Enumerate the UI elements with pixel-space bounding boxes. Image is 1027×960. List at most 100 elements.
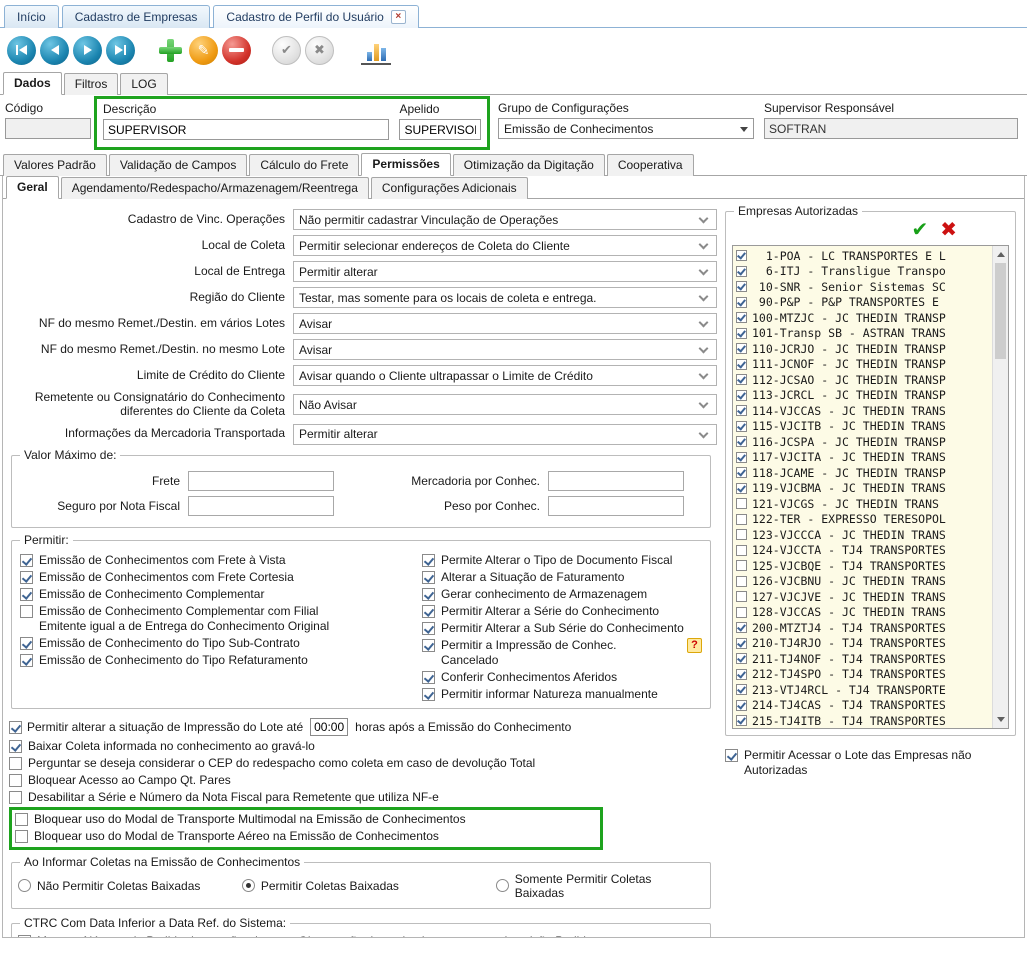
last-record-button[interactable] <box>106 36 135 65</box>
select-all-companies-button[interactable]: ✔ <box>911 220 928 240</box>
permission-checkbox[interactable]: Alterar a Situação de Faturamento ? <box>422 570 702 585</box>
apelido-input[interactable] <box>399 119 481 140</box>
setting-combobox[interactable]: Não permitir cadastrar Vinculação de Ope… <box>293 209 717 230</box>
company-row[interactable]: 10-SNR - Senior Sistemas SC <box>736 279 992 295</box>
coletas-radio-option[interactable]: Somente Permitir Coletas Baixadas <box>496 872 704 900</box>
sub-tab[interactable]: Agendamento/Redespacho/Armazenagem/Reent… <box>61 177 369 199</box>
company-row[interactable]: 210-TJ4RJO - TJ4 TRANSPORTES <box>736 636 992 652</box>
company-row[interactable]: 124-VJCCTA - TJ4 TRANSPORTES <box>736 543 992 559</box>
setting-combobox[interactable]: Avisar <box>293 339 717 360</box>
close-tab-icon[interactable]: × <box>391 10 406 24</box>
edit-record-button[interactable]: ✎ <box>189 36 218 65</box>
vertical-scrollbar[interactable] <box>992 246 1008 728</box>
company-row[interactable]: 212-TJ4SPO - TJ4 TRANSPORTES <box>736 667 992 683</box>
permission-checkbox[interactable]: Emissão de Conhecimentos com Frete à Vis… <box>20 553 422 568</box>
company-row[interactable]: 211-TJ4NOF - TJ4 TRANSPORTES <box>736 651 992 667</box>
config-tab[interactable]: Cálculo do Frete <box>249 154 359 176</box>
company-row[interactable]: 112-JCSAO - JC THEDIN TRANSP <box>736 372 992 388</box>
coletas-radio-option[interactable]: Permitir Coletas Baixadas <box>242 879 496 893</box>
coletas-radio-option[interactable]: Não Permitir Coletas Baixadas <box>18 879 242 893</box>
company-row[interactable]: 101-Transp SB - ASTRAN TRANS <box>736 326 992 342</box>
company-row[interactable]: 115-VJCITB - JC THEDIN TRANS <box>736 419 992 435</box>
permission-checkbox[interactable]: Gerar conhecimento de Armazenagem ? <box>422 587 702 602</box>
setting-combobox[interactable]: Permitir alterar <box>293 424 717 445</box>
company-row[interactable]: 117-VJCITA - JC THEDIN TRANS <box>736 450 992 466</box>
delete-record-button[interactable] <box>222 36 251 65</box>
main-tab[interactable]: LOG <box>120 73 167 95</box>
grupo-configuracoes-combobox[interactable]: Emissão de Conhecimentos <box>498 118 754 139</box>
next-record-button[interactable] <box>73 36 102 65</box>
option-checkbox[interactable]: Perguntar se deseja considerar o CEP do … <box>9 756 717 771</box>
company-row[interactable]: 100-MTZJC - JC THEDIN TRANSP <box>736 310 992 326</box>
mercadoria-input[interactable] <box>548 471 684 491</box>
company-row[interactable]: 110-JCRJO - JC THEDIN TRANSP <box>736 341 992 357</box>
company-row[interactable]: 90-P&P - P&P TRANSPORTES E <box>736 295 992 311</box>
supervisor-input[interactable] <box>764 118 1018 139</box>
ctrc-checkbox[interactable]: Mover o Número do Pedido da nota fiscal … <box>18 934 704 937</box>
company-row[interactable]: 116-JCSPA - JC THEDIN TRANSP <box>736 434 992 450</box>
company-row[interactable]: 114-VJCCAS - JC THEDIN TRANS <box>736 403 992 419</box>
permission-checkbox[interactable]: Emissão de Conhecimento Complementar com… <box>20 604 422 634</box>
permission-checkbox[interactable]: Conferir Conhecimentos Aferidos ? <box>422 670 702 685</box>
descricao-input[interactable] <box>103 119 389 140</box>
previous-record-button[interactable] <box>40 36 69 65</box>
window-tab[interactable]: Início × <box>4 5 59 28</box>
permission-checkbox[interactable]: Emissão de Conhecimento Complementar ? <box>20 587 422 602</box>
setting-combobox[interactable]: Não Avisar <box>293 394 717 415</box>
window-tab[interactable]: Cadastro de Perfil do Usuário × <box>213 5 418 28</box>
company-row[interactable]: 213-VTJ4RCL - TJ4 TRANSPORTE <box>736 682 992 698</box>
company-row[interactable]: 128-VJCCAS - JC THEDIN TRANS <box>736 605 992 621</box>
setting-combobox[interactable]: Permitir alterar <box>293 261 717 282</box>
peso-input[interactable] <box>548 496 684 516</box>
cancel-button[interactable]: ✖ <box>305 36 334 65</box>
company-row[interactable]: 214-TJ4CAS - TJ4 TRANSPORTES <box>736 698 992 714</box>
frete-input[interactable] <box>188 471 334 491</box>
company-row[interactable]: 118-JCAME - JC THEDIN TRANSP <box>736 465 992 481</box>
company-row[interactable]: 123-VJCCCA - JC THEDIN TRANS <box>736 527 992 543</box>
permission-checkbox[interactable]: Emissão de Conhecimento do Tipo Refatura… <box>20 653 422 668</box>
setting-combobox[interactable]: Testar, mas somente para os locais de co… <box>293 287 717 308</box>
main-tab[interactable]: Dados <box>3 72 62 95</box>
sub-tab[interactable]: Configurações Adicionais <box>371 177 528 199</box>
seguro-input[interactable] <box>188 496 334 516</box>
permission-checkbox[interactable]: Permite Alterar o Tipo de Documento Fisc… <box>422 553 702 568</box>
option-checkbox[interactable]: Desabilitar a Série e Número da Nota Fis… <box>9 790 717 805</box>
setting-combobox[interactable]: Permitir selecionar endereços de Coleta … <box>293 235 717 256</box>
company-row[interactable]: 215-TJ4ITB - TJ4 TRANSPORTES <box>736 713 992 728</box>
sub-tab[interactable]: Geral <box>6 176 59 199</box>
config-tab[interactable]: Permissões <box>361 153 450 176</box>
permission-checkbox[interactable]: Permitir a Impressão de Conhec. Cancelad… <box>422 638 702 668</box>
permission-checkbox[interactable]: Emissão de Conhecimento do Tipo Sub-Cont… <box>20 636 422 651</box>
company-row[interactable]: 6-ITJ - Transligue Transpo <box>736 264 992 280</box>
company-row[interactable]: 122-TER - EXPRESSO TERESOPOL <box>736 512 992 528</box>
permission-checkbox[interactable]: Permitir Alterar a Sub Série do Conhecim… <box>422 621 702 636</box>
company-row[interactable]: 127-VJCJVE - JC THEDIN TRANS <box>736 589 992 605</box>
confirm-button[interactable]: ✔ <box>272 36 301 65</box>
company-row[interactable]: 125-VJCBQE - TJ4 TRANSPORTES <box>736 558 992 574</box>
help-icon[interactable]: ? <box>687 638 702 653</box>
option-checkbox[interactable]: Baixar Coleta informada no conhecimento … <box>9 739 717 754</box>
permission-checkbox[interactable]: Permitir Alterar a Série do Conhecimento… <box>422 604 702 619</box>
config-tab[interactable]: Cooperativa <box>607 154 694 176</box>
report-chart-button[interactable] <box>361 35 391 65</box>
scroll-down-button[interactable] <box>993 712 1008 727</box>
setting-combobox[interactable]: Avisar quando o Cliente ultrapassar o Li… <box>293 365 717 386</box>
setting-combobox[interactable]: Avisar <box>293 313 717 334</box>
company-row[interactable]: 111-JCNOF - JC THEDIN TRANSP <box>736 357 992 373</box>
company-row[interactable]: 121-VJCGS - JC THEDIN TRANS <box>736 496 992 512</box>
window-tab[interactable]: Cadastro de Empresas × <box>62 5 211 28</box>
main-tab[interactable]: Filtros <box>64 73 119 95</box>
codigo-input[interactable] <box>5 118 91 139</box>
company-row[interactable]: 119-VJCBMA - JC THEDIN TRANS <box>736 481 992 497</box>
config-tab[interactable]: Validação de Campos <box>109 154 248 176</box>
option-checkbox[interactable]: Bloquear Acesso ao Campo Qt. Pares <box>9 773 717 788</box>
scrollbar-thumb[interactable] <box>995 263 1006 359</box>
first-record-button[interactable] <box>7 36 36 65</box>
insert-record-button[interactable] <box>156 36 185 65</box>
company-row[interactable]: 1-POA - LC TRANSPORTES E L <box>736 248 992 264</box>
company-row[interactable]: 200-MTZTJ4 - TJ4 TRANSPORTES <box>736 620 992 636</box>
scroll-up-button[interactable] <box>993 247 1008 262</box>
permission-checkbox[interactable]: Emissão de Conhecimentos com Frete Corte… <box>20 570 422 585</box>
config-tab[interactable]: Otimização da Digitação <box>453 154 605 176</box>
clear-companies-button[interactable]: ✖ <box>940 220 957 240</box>
